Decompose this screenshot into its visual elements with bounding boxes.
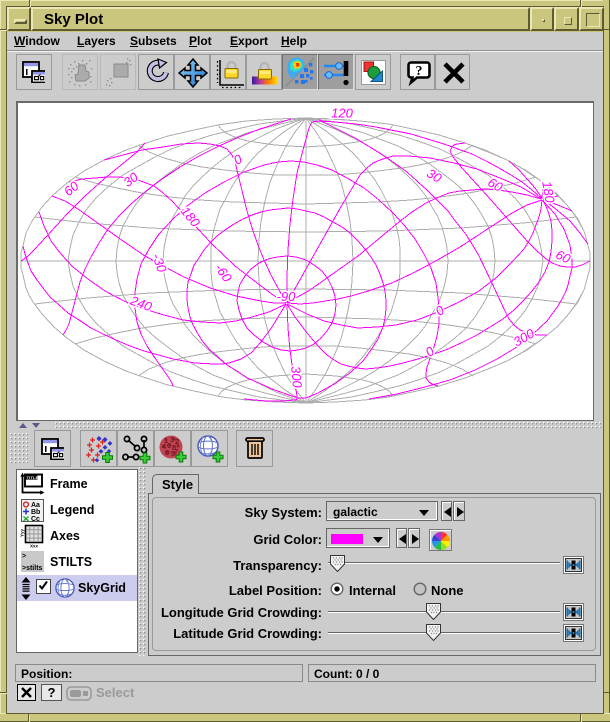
- svg-text:-60: -60: [212, 261, 236, 286]
- svg-text:-30: -30: [149, 251, 170, 275]
- svg-text:60: 60: [485, 174, 506, 195]
- svg-text:-90: -90: [277, 289, 297, 304]
- svg-text:>stilts: >stilts: [22, 565, 43, 572]
- svg-text:>: >: [22, 553, 26, 560]
- svg-text:0: 0: [432, 302, 447, 319]
- svg-text:300: 300: [288, 365, 305, 389]
- svg-text:?: ?: [416, 64, 423, 79]
- svg-text:Aa: Aa: [31, 502, 40, 509]
- svg-text:180: 180: [178, 204, 204, 231]
- svg-text:30: 30: [120, 169, 141, 190]
- svg-text:Cc: Cc: [31, 516, 40, 523]
- svg-text:Yyy: Yyy: [20, 528, 25, 537]
- svg-text:0: 0: [231, 151, 245, 168]
- svg-text:120: 120: [331, 106, 353, 121]
- svg-text:Bb: Bb: [31, 509, 40, 516]
- svg-text:?: ?: [48, 685, 56, 700]
- svg-text:Xxx: Xxx: [30, 544, 39, 549]
- svg-text:60: 60: [61, 178, 82, 199]
- svg-text:30: 30: [424, 165, 445, 186]
- svg-text:TITLE: TITLE: [27, 475, 39, 480]
